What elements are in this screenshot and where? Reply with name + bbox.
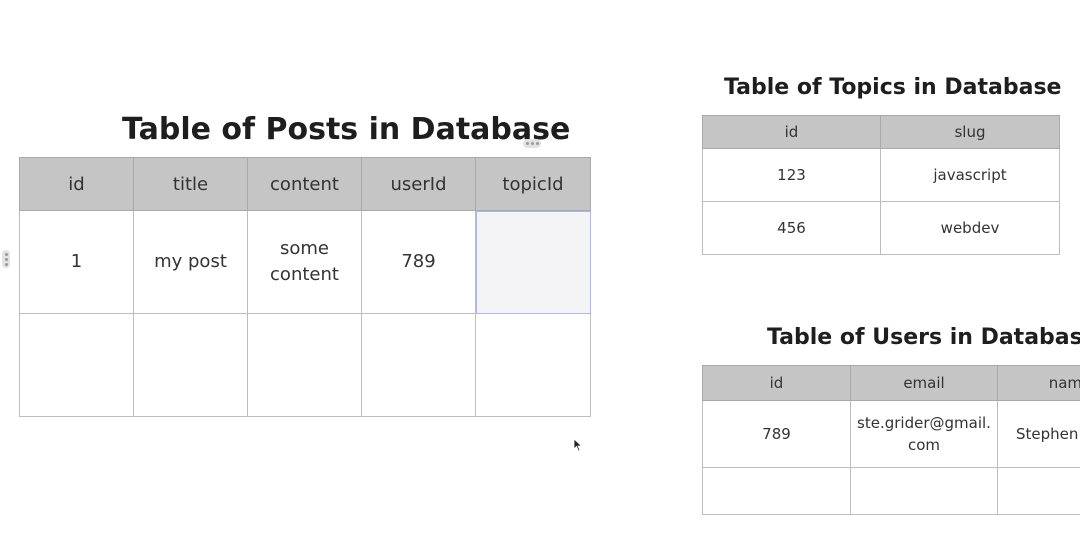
table-row: 789 ste.grider@gmail.com Stephen [702, 400, 1080, 468]
table-cell[interactable]: ste.grider@gmail.com [850, 400, 998, 468]
mouse-cursor-icon [573, 438, 583, 452]
column-header-name[interactable]: name [997, 365, 1080, 401]
column-header-id[interactable]: id [702, 365, 851, 401]
table-cell[interactable]: Stephen [997, 400, 1080, 468]
table-header-row: id email name [702, 365, 1080, 401]
table-cell[interactable] [702, 467, 851, 515]
canvas-viewport: Table of Users in Database id email name… [0, 0, 1080, 533]
column-header-email[interactable]: email [850, 365, 998, 401]
table-cell[interactable] [997, 467, 1080, 515]
table-row [702, 467, 1080, 515]
users-table-title[interactable]: Table of Users in Database [767, 325, 1080, 350]
table-cell[interactable]: 789 [702, 400, 851, 468]
users-table: id email name 789 ste.grider@gmail.com S… [702, 365, 1080, 515]
table-cell[interactable] [850, 467, 998, 515]
